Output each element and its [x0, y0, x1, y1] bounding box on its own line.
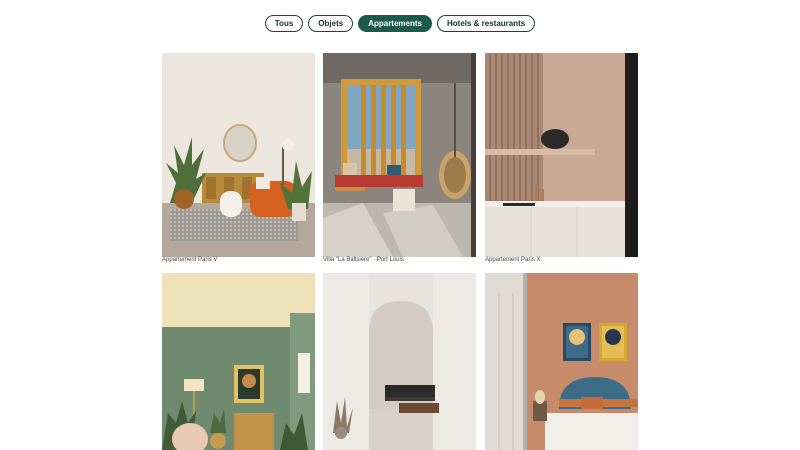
kitchen-photo [485, 53, 638, 257]
gallery-page: Tous Objets Appartements Hotels & restau… [0, 0, 800, 450]
arched-room-photo [323, 273, 476, 450]
bedroom-photo [485, 273, 638, 450]
project-caption: Villa "La Ballsiere" - Port Louis [323, 257, 404, 263]
filter-chip-appartements[interactable]: Appartements [358, 15, 432, 32]
project-image-villa-la-ballsiere[interactable] [323, 53, 476, 257]
project-image-5[interactable] [323, 273, 476, 450]
project-image-appartement-paris-x[interactable] [485, 53, 638, 257]
filter-bar: Tous Objets Appartements Hotels & restau… [0, 15, 800, 32]
project-image-6[interactable] [485, 273, 638, 450]
villa-interior-photo [323, 53, 476, 257]
project-caption: Appartement Paris X [485, 257, 541, 263]
project-image-4[interactable] [162, 273, 315, 450]
filter-chip-hotels-restaurants[interactable]: Hotels & restaurants [436, 15, 536, 32]
project-caption: Appartement Paris V [162, 257, 218, 263]
filter-chip-objets[interactable]: Objets [308, 15, 354, 32]
filter-chip-tous[interactable]: Tous [264, 15, 304, 32]
project-image-appartement-paris-v[interactable] [162, 53, 315, 257]
green-room-photo [162, 273, 315, 450]
living-room-photo [162, 53, 315, 257]
